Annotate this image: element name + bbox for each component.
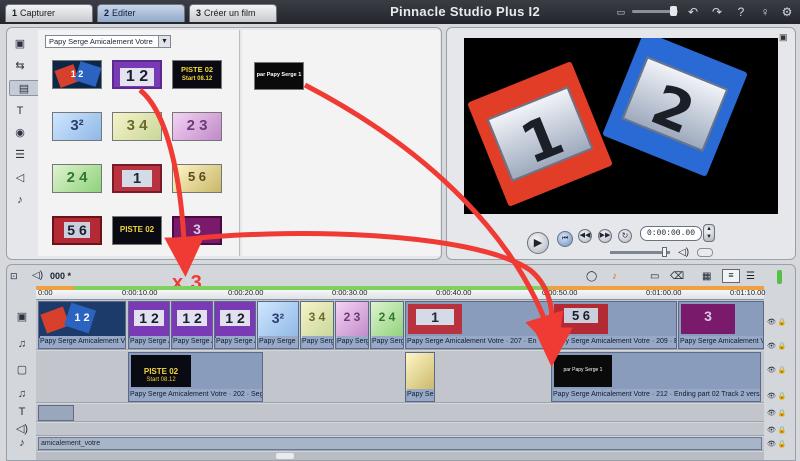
tutorial-arrows: [138, 82, 573, 367]
arrow-theme-to-overlay: [179, 231, 573, 367]
arrow-theme-to-timeline: [138, 88, 205, 277]
arrow-segment-to-video: [303, 82, 564, 355]
